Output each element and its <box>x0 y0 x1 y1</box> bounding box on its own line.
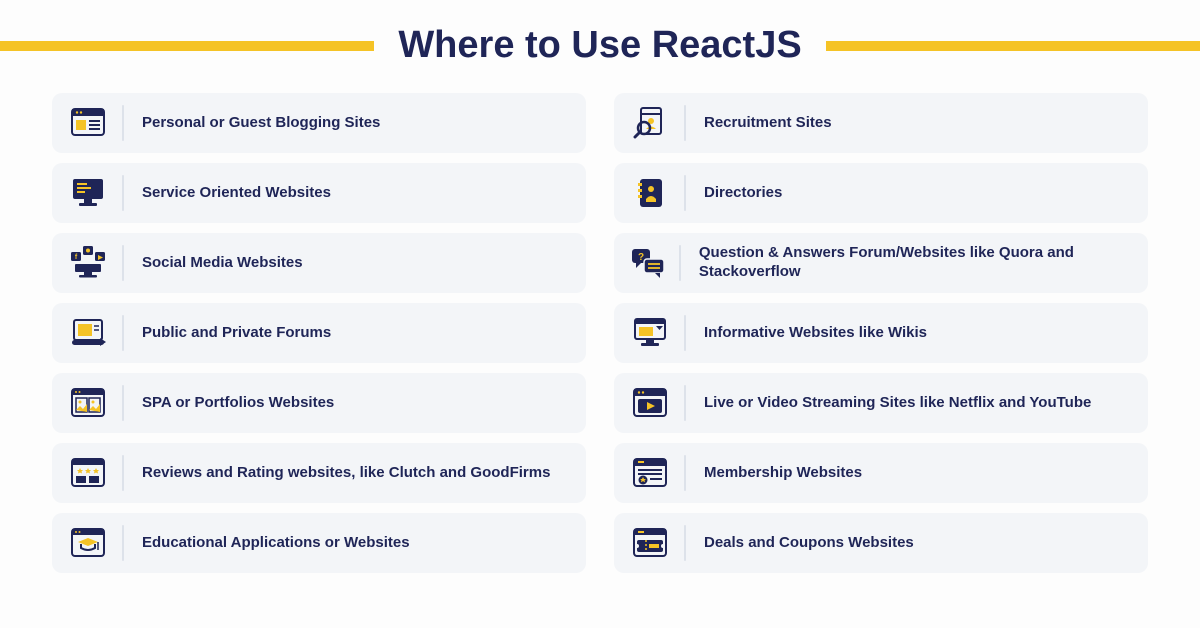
card-divider <box>122 525 124 561</box>
card-label: Reviews and Rating websites, like Clutch… <box>142 464 558 483</box>
card-wiki: Informative Websites like Wikis <box>614 303 1148 363</box>
video-play-icon <box>628 388 672 418</box>
card-streaming: Live or Video Streaming Sites like Netfl… <box>614 373 1148 433</box>
accent-bar-left <box>0 41 374 51</box>
card-label: Membership Websites <box>704 464 870 483</box>
use-cases-grid: Personal or Guest Blogging Sites Recruit… <box>0 67 1200 573</box>
education-cap-icon <box>66 528 110 558</box>
card-divider <box>684 175 686 211</box>
card-divider <box>122 455 124 491</box>
forum-slide-icon <box>66 318 110 348</box>
card-divider <box>122 315 124 351</box>
coupon-ticket-icon <box>628 528 672 558</box>
card-divider <box>684 525 686 561</box>
directory-book-icon <box>628 177 672 209</box>
card-label: Service Oriented Websites <box>142 184 339 203</box>
card-divider <box>122 175 124 211</box>
card-divider <box>122 385 124 421</box>
card-label: Directories <box>704 184 790 203</box>
monitor-code-icon <box>66 177 110 209</box>
card-label: Educational Applications or Websites <box>142 534 418 553</box>
card-directories: Directories <box>614 163 1148 223</box>
card-divider <box>122 245 124 281</box>
card-deals: Deals and Coupons Websites <box>614 513 1148 573</box>
card-label: SPA or Portfolios Websites <box>142 394 342 413</box>
portfolio-gallery-icon <box>66 388 110 418</box>
qa-chat-icon: ? <box>628 247 667 279</box>
card-membership: Membership Websites <box>614 443 1148 503</box>
card-divider <box>122 105 124 141</box>
card-divider <box>684 105 686 141</box>
card-divider <box>684 455 686 491</box>
membership-star-icon <box>628 458 672 488</box>
resume-search-icon <box>628 106 672 140</box>
card-label: Live or Video Streaming Sites like Netfl… <box>704 394 1099 413</box>
page-title: Where to Use ReactJS <box>398 24 801 67</box>
svg-text:?: ? <box>637 252 643 263</box>
card-divider <box>684 385 686 421</box>
social-media-icon: f <box>66 246 110 280</box>
title-header: Where to Use ReactJS <box>0 0 1200 67</box>
card-forums: Public and Private Forums <box>52 303 586 363</box>
card-education: Educational Applications or Websites <box>52 513 586 573</box>
card-reviews: Reviews and Rating websites, like Clutch… <box>52 443 586 503</box>
card-service: Service Oriented Websites <box>52 163 586 223</box>
reviews-stars-icon <box>66 458 110 488</box>
card-recruitment: Recruitment Sites <box>614 93 1148 153</box>
card-divider <box>679 245 681 281</box>
card-qa-forum: ? Question & Answers Forum/Websites like… <box>614 233 1148 293</box>
card-divider <box>684 315 686 351</box>
wiki-monitor-icon <box>628 317 672 349</box>
accent-bar-right <box>826 41 1200 51</box>
card-social: f Social Media Websites <box>52 233 586 293</box>
card-label: Deals and Coupons Websites <box>704 534 922 553</box>
card-blogging: Personal or Guest Blogging Sites <box>52 93 586 153</box>
card-label: Public and Private Forums <box>142 324 339 343</box>
card-label: Informative Websites like Wikis <box>704 324 935 343</box>
card-label: Question & Answers Forum/Websites like Q… <box>699 244 1134 282</box>
card-label: Social Media Websites <box>142 254 311 273</box>
browser-lines-icon <box>66 108 110 138</box>
card-spa-portfolio: SPA or Portfolios Websites <box>52 373 586 433</box>
card-label: Recruitment Sites <box>704 114 840 133</box>
card-label: Personal or Guest Blogging Sites <box>142 114 388 133</box>
